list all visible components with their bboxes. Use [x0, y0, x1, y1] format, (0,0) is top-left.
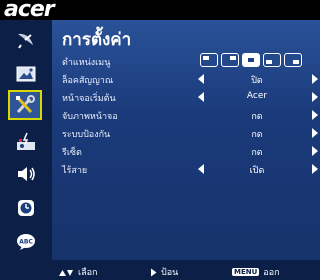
- security-row[interactable]: ระบบป้องกัน กด: [52, 124, 320, 142]
- sidebar-item-image[interactable]: [0, 58, 52, 90]
- row-label: รีเซ็ต: [62, 148, 82, 158]
- sidebar-item-management[interactable]: [0, 126, 52, 158]
- signal-lock-row[interactable]: ล็อคสัญญาณ ปิด: [52, 70, 320, 88]
- row-value: ปิด: [251, 76, 263, 86]
- position-bottom-right-icon[interactable]: [284, 53, 302, 67]
- screen-capture-row[interactable]: จับภาพหน้าจอ กด: [52, 106, 320, 124]
- select-hint: เลือก: [58, 265, 97, 279]
- row-label: หน้าจอเริ่มต้น: [62, 94, 116, 104]
- sidebar-item-settings[interactable]: [8, 90, 42, 120]
- sidebar: ABC: [0, 20, 52, 260]
- exit-label: ออก: [263, 268, 280, 278]
- right-arrow-icon[interactable]: [312, 92, 318, 102]
- position-bottom-left-icon[interactable]: [263, 53, 281, 67]
- row-value: กด: [251, 130, 263, 140]
- menu-position-selector[interactable]: [200, 53, 302, 67]
- page-title: การตั้งค่า: [62, 30, 132, 50]
- right-arrow-icon[interactable]: [312, 128, 318, 138]
- right-arrow-icon[interactable]: [312, 146, 318, 156]
- left-arrow-icon[interactable]: [198, 74, 204, 84]
- row-value: Acer: [246, 91, 268, 101]
- acer-logo: acer: [4, 0, 55, 22]
- sidebar-item-language[interactable]: ABC: [0, 226, 52, 258]
- clock-icon: [18, 200, 34, 216]
- wireless-row[interactable]: ไร้สาย เปิด: [52, 160, 320, 178]
- right-arrow-icon[interactable]: [312, 110, 318, 120]
- position-top-left-icon[interactable]: [200, 53, 218, 67]
- row-label: ตำแหน่งเมนู: [62, 58, 111, 68]
- row-label: ระบบป้องกัน: [62, 130, 111, 140]
- right-arrow-icon[interactable]: [312, 164, 318, 174]
- right-triangle-icon: [151, 268, 157, 276]
- enter-label: ป้อน: [161, 268, 179, 278]
- sidebar-item-audio[interactable]: [0, 158, 52, 190]
- row-value: เปิด: [249, 166, 265, 176]
- wrench-screwdriver-icon: [16, 95, 35, 114]
- row-label: ไร้สาย: [62, 166, 88, 176]
- right-arrow-icon[interactable]: [312, 74, 318, 84]
- left-arrow-icon[interactable]: [198, 92, 204, 102]
- menu-location-row[interactable]: ตำแหน่งเมนู: [52, 52, 320, 70]
- reset-row[interactable]: รีเซ็ต กด: [52, 142, 320, 160]
- svg-text:ABC: ABC: [19, 239, 33, 246]
- row-value: กด: [251, 112, 263, 122]
- picture-icon: [16, 66, 36, 82]
- row-value: กด: [251, 148, 263, 158]
- sidebar-item-timer[interactable]: [0, 192, 52, 224]
- startup-screen-row[interactable]: หน้าจอเริ่มต้น Acer: [52, 88, 320, 106]
- position-top-right-icon[interactable]: [221, 53, 239, 67]
- bottom-hint-bar: เลือก ป้อน MENU ออก: [0, 260, 320, 280]
- enter-hint: ป้อน: [150, 265, 178, 279]
- exit-hint: MENU ออก: [232, 265, 280, 279]
- speaker-icon: [18, 167, 35, 181]
- settings-panel: การตั้งค่า ตำแหน่งเมนู ล็อคสัญญาณ ปิด หน…: [52, 20, 320, 260]
- satellite-dish-icon: [18, 33, 33, 49]
- top-bar: acer: [0, 0, 320, 22]
- language-abc-icon: ABC: [17, 234, 35, 250]
- position-center-icon[interactable]: [242, 53, 260, 67]
- menu-key-badge: MENU: [232, 268, 260, 276]
- sidebar-item-signal[interactable]: [0, 24, 52, 56]
- row-label: ล็อคสัญญาณ: [62, 76, 114, 86]
- projector-settings-icon: [17, 132, 35, 150]
- row-label: จับภาพหน้าจอ: [62, 112, 118, 122]
- select-label: เลือก: [78, 268, 98, 278]
- left-arrow-icon[interactable]: [198, 164, 204, 174]
- up-down-arrows-icon: [59, 269, 73, 276]
